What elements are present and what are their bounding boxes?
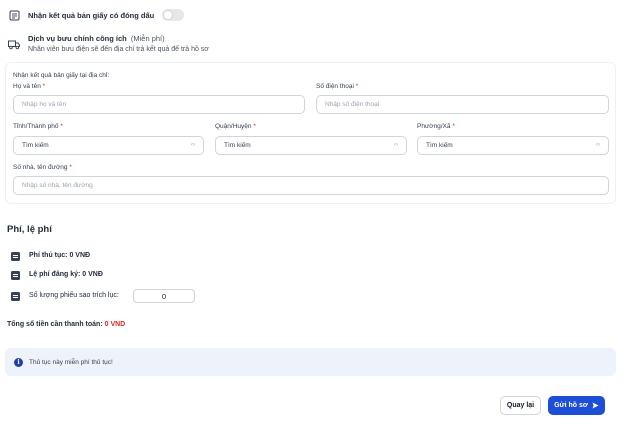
back-button[interactable]: Quay lại: [500, 396, 541, 415]
info-icon: i: [14, 357, 23, 367]
document-icon: [8, 9, 20, 21]
chevron-updown-icon: ‹›: [191, 142, 195, 148]
copies-label: Số lượng phiếu sao trích lục:: [29, 292, 119, 299]
province-select[interactable]: Tìm kiếm ‹›: [13, 136, 204, 155]
chevron-updown-icon: ‹›: [394, 142, 398, 148]
procedure-fee: Phí thủ tục: 0 VNĐ: [29, 252, 91, 259]
postal-service-title: Dịch vụ bưu chính công ích: [28, 34, 127, 43]
info-note-text: Thủ tục này miễn phí thủ tục!: [29, 358, 113, 366]
paper-result-label: Nhận kết quả bản giấy có đóng dấu: [28, 10, 155, 20]
name-input[interactable]: Nhập họ và tên: [13, 95, 305, 114]
truck-icon: [8, 38, 20, 50]
postal-service-description: Nhân viên bưu điện sẽ đến địa chỉ trả kế…: [28, 46, 209, 53]
address-heading: Nhận kết quả bản giấy tại địa chỉ:: [13, 72, 110, 79]
street-input[interactable]: Nhập số nhà, tên đường: [13, 176, 609, 195]
street-label: Số nhà, tên đường *: [13, 164, 72, 171]
total-row: Tổng số tiền cần thanh toán: 0 VND: [7, 321, 125, 328]
name-label: Họ và tên *: [13, 83, 46, 90]
district-label: Quận/Huyện *: [215, 123, 256, 130]
ward-label: Phường/Xã *: [417, 123, 455, 130]
paper-result-row: Nhận kết quả bản giấy có đóng dấu: [8, 9, 185, 21]
receipt-icon: [11, 252, 20, 261]
province-label: Tỉnh/Thành phố *: [13, 123, 63, 130]
ward-select[interactable]: Tìm kiếm ‹›: [417, 136, 609, 155]
submit-button[interactable]: Gửi hồ sơ: [548, 396, 605, 415]
total-label: Tổng số tiền cần thanh toán:: [7, 321, 103, 328]
info-note: i Thủ tục này miễn phí thủ tục!: [5, 348, 616, 376]
postal-service-badge: (Miễn phí): [130, 34, 165, 43]
phone-input[interactable]: Nhập số điện thoại: [316, 95, 609, 114]
total-value: 0 VND: [104, 321, 126, 328]
submit-label: Gửi hồ sơ: [554, 402, 588, 409]
chevron-updown-icon: ‹›: [596, 142, 600, 148]
copies-input[interactable]: 0: [133, 289, 195, 303]
fees-heading: Phí, lệ phí: [7, 224, 52, 235]
postal-service-row: Dịch vụ bưu chính công ích (Miễn phí) Nh…: [8, 34, 209, 53]
district-select[interactable]: Tìm kiếm ‹›: [215, 136, 407, 155]
paper-result-toggle[interactable]: [162, 9, 185, 21]
receipt-icon: [11, 271, 20, 280]
send-icon: [592, 402, 599, 409]
receipt-icon: [11, 292, 20, 301]
phone-label: Số điện thoại *: [316, 83, 359, 90]
registration-fee: Lệ phí đăng ký: 0 VNĐ: [29, 271, 103, 278]
